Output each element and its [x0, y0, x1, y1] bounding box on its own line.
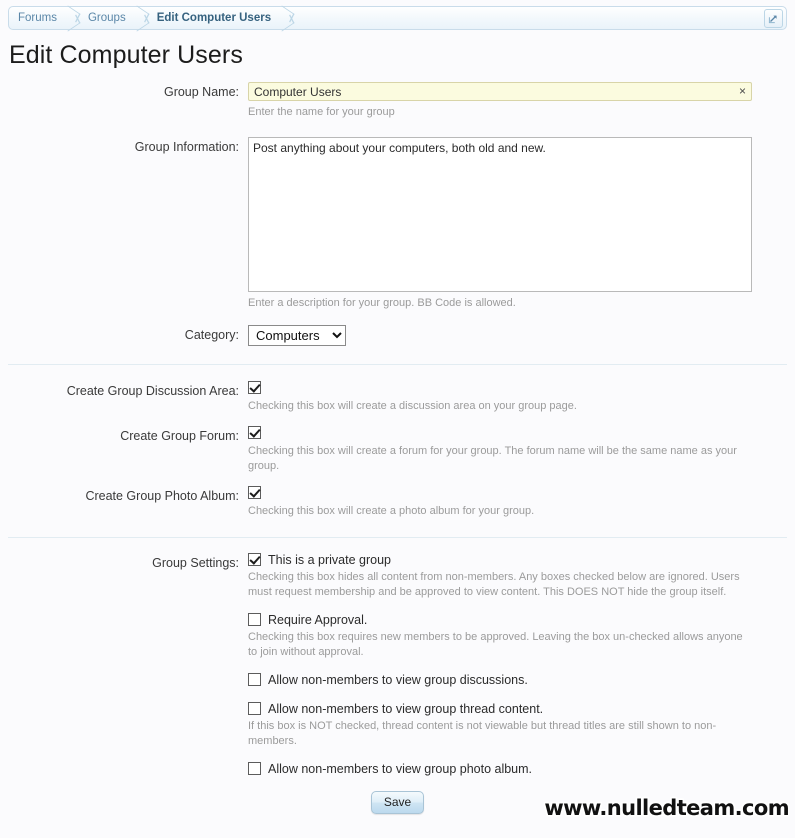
- private-group-label: This is a private group: [268, 553, 391, 567]
- setting-allow-view-discussions: Allow non-members to view group discussi…: [248, 673, 795, 688]
- label-category: Category:: [184, 328, 239, 342]
- breadcrumb-label-groups: Groups: [87, 12, 126, 24]
- label-group-settings: Group Settings:: [152, 556, 239, 570]
- label-create-forum: Create Group Forum:: [120, 429, 239, 443]
- hint-allow-view-thread-content: If this box is NOT checked, thread conte…: [248, 720, 717, 747]
- setting-allow-view-thread-content: Allow non-members to view group thread c…: [248, 702, 795, 749]
- field-row-category: Category: Computers: [0, 325, 795, 346]
- create-photo-album-checkbox[interactable]: [248, 486, 261, 499]
- label-create-photo-album: Create Group Photo Album:: [85, 489, 239, 503]
- require-approval-checkbox[interactable]: [248, 613, 261, 626]
- setting-private-group: This is a private group Checking this bo…: [248, 553, 795, 600]
- save-button[interactable]: Save: [370, 791, 425, 814]
- breadcrumb-item-forums[interactable]: Forums: [9, 7, 66, 29]
- group-name-input[interactable]: [248, 82, 752, 101]
- section-divider: [8, 537, 787, 538]
- field-row-group-settings: Group Settings: This is a private group …: [0, 553, 795, 777]
- field-row-create-forum: Create Group Forum: Checking this box wi…: [0, 426, 795, 474]
- allow-view-thread-content-checkbox[interactable]: [248, 702, 261, 715]
- hint-create-discussion-area: Checking this box will create a discussi…: [248, 400, 577, 412]
- breadcrumb-separator-icon: [66, 7, 79, 29]
- allow-view-photo-album-label: Allow non-members to view group photo al…: [268, 762, 533, 776]
- field-row-create-discussion-area: Create Group Discussion Area: Checking t…: [0, 381, 795, 414]
- breadcrumb-label-edit-computer-users: Edit Computer Users: [156, 12, 272, 24]
- hint-group-name: Enter the name for your group: [248, 106, 395, 118]
- breadcrumb-label-forums: Forums: [18, 12, 57, 24]
- breadcrumb-item-edit-computer-users[interactable]: Edit Computer Users: [148, 7, 280, 29]
- create-discussion-area-checkbox[interactable]: [248, 381, 261, 394]
- external-link-glyph: [768, 15, 777, 24]
- allow-view-discussions-checkbox[interactable]: [248, 673, 261, 686]
- breadcrumb-item-groups[interactable]: Groups: [79, 7, 135, 29]
- create-forum-checkbox[interactable]: [248, 426, 261, 439]
- label-group-information: Group Information:: [134, 140, 239, 154]
- allow-view-thread-content-label: Allow non-members to view group thread c…: [268, 702, 544, 716]
- group-name-input-wrap: ×: [248, 82, 752, 101]
- section-divider: [8, 364, 787, 365]
- hint-create-forum: Checking this box will create a forum fo…: [248, 445, 737, 472]
- require-approval-label: Require Approval.: [268, 613, 368, 627]
- setting-allow-view-photo-album: Allow non-members to view group photo al…: [248, 762, 795, 777]
- hint-private-group: Checking this box hides all content from…: [248, 571, 740, 598]
- allow-view-photo-album-checkbox[interactable]: [248, 762, 261, 775]
- page-title: Edit Computer Users: [9, 41, 243, 69]
- edit-group-form: Group Name: × Enter the name for your gr…: [0, 82, 795, 814]
- field-row-group-name: Group Name: × Enter the name for your gr…: [0, 82, 795, 120]
- hint-require-approval: Checking this box requires new members t…: [248, 631, 743, 658]
- field-row-group-information: Group Information: Enter a description f…: [0, 137, 795, 311]
- category-select[interactable]: Computers: [248, 325, 346, 346]
- breadcrumb: Forums Groups Edit Computer Users: [8, 6, 787, 30]
- field-row-create-photo-album: Create Group Photo Album: Checking this …: [0, 486, 795, 519]
- hint-group-information: Enter a description for your group. BB C…: [248, 297, 516, 309]
- label-create-discussion-area: Create Group Discussion Area:: [66, 384, 239, 398]
- watermark: www.nulledteam.com: [544, 796, 789, 820]
- group-information-textarea[interactable]: [248, 137, 752, 292]
- setting-require-approval: Require Approval. Checking this box requ…: [248, 613, 795, 660]
- allow-view-discussions-label: Allow non-members to view group discussi…: [268, 673, 528, 687]
- breadcrumb-separator-icon: [280, 7, 293, 29]
- external-link-icon[interactable]: [764, 9, 783, 28]
- breadcrumb-separator-icon: [135, 7, 148, 29]
- hint-create-photo-album: Checking this box will create a photo al…: [248, 505, 535, 517]
- label-group-name: Group Name:: [163, 85, 239, 99]
- clear-icon[interactable]: ×: [739, 84, 746, 99]
- private-group-checkbox[interactable]: [248, 553, 261, 566]
